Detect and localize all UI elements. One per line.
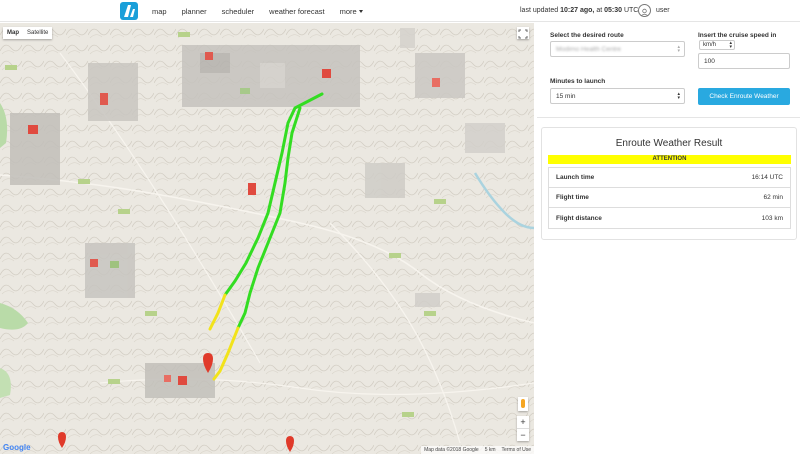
- table-row-flight-time: Flight time 62 min: [549, 188, 790, 208]
- nav-weather-forecast[interactable]: weather forecast: [269, 7, 324, 16]
- updated-time: 05:30: [604, 7, 623, 14]
- table-row-flight-distance: Flight distance 103 km: [549, 208, 790, 228]
- row-label: Flight time: [556, 194, 589, 201]
- panel-divider: [537, 117, 800, 118]
- user-avatar-icon[interactable]: [638, 4, 651, 17]
- select-arrows-icon: ▴ ▾: [677, 44, 680, 54]
- updated-ago: 10:27 ago,: [560, 7, 595, 14]
- route-map[interactable]: Map Satellite + − Google Map data ©2018 …: [0, 23, 534, 454]
- last-updated: last updated 10:27 ago, at 05:30 UTC: [520, 7, 638, 14]
- select-arrows-icon: ▴ ▾: [677, 91, 680, 101]
- map-type-satellite[interactable]: Satellite: [23, 27, 52, 39]
- minutes-label: Minutes to launch: [550, 78, 606, 85]
- speed-input[interactable]: 100: [698, 53, 790, 69]
- nav-more[interactable]: more: [340, 7, 363, 16]
- row-value: 62 min: [763, 194, 783, 201]
- map-terrain: [0, 23, 534, 454]
- app-logo[interactable]: [120, 2, 138, 20]
- result-title: Enroute Weather Result: [615, 138, 723, 149]
- check-enroute-weather-button[interactable]: Check Enroute Weather: [698, 88, 790, 105]
- status-badge: ATTENTION: [548, 155, 791, 164]
- user-name[interactable]: user: [656, 7, 670, 14]
- result-table: Launch time 16:14 UTC Flight time 62 min…: [548, 167, 791, 229]
- zoom-in-button[interactable]: +: [517, 416, 529, 428]
- map-type-map[interactable]: Map: [3, 27, 23, 39]
- table-row-launch-time: Launch time 16:14 UTC: [549, 168, 790, 188]
- updated-tz: UTC: [623, 7, 639, 14]
- nav-map[interactable]: map: [152, 7, 167, 16]
- speed-label: Insert the cruise speed in: [698, 32, 777, 39]
- updated-at: at: [596, 7, 603, 14]
- map-type-control: Map Satellite: [3, 27, 53, 39]
- row-label: Flight distance: [556, 214, 602, 222]
- speed-input-value: 100: [704, 57, 715, 65]
- route-select-value: Modimo Health Centre: [556, 45, 622, 53]
- zoom-control: + −: [517, 416, 529, 441]
- route-label: Select the desired route: [550, 32, 624, 39]
- speed-unit-select[interactable]: km/h ▴ ▾: [699, 40, 735, 50]
- route-select[interactable]: Modimo Health Centre ▴ ▾: [550, 41, 685, 57]
- minutes-select[interactable]: 15 min ▴ ▾: [550, 88, 685, 104]
- nav-planner[interactable]: planner: [182, 7, 207, 16]
- row-value: 103 km: [761, 214, 783, 222]
- google-logo[interactable]: Google: [3, 443, 31, 452]
- map-attribution: Map data ©2018 Google 5 km Terms of Use: [421, 446, 534, 454]
- row-value: 16:14 UTC: [751, 174, 783, 181]
- street-view-pegman-icon[interactable]: [518, 397, 528, 411]
- minutes-select-value: 15 min: [556, 92, 576, 100]
- enroute-weather-result-card: Enroute Weather Result ATTENTION Launch …: [541, 127, 797, 240]
- select-arrows-icon: ▴ ▾: [729, 40, 732, 50]
- map-scale[interactable]: 5 km: [485, 447, 496, 453]
- zoom-out-button[interactable]: −: [517, 428, 529, 441]
- chevron-down-icon: [358, 10, 363, 14]
- terms-link[interactable]: Terms of Use: [502, 447, 531, 453]
- top-navbar: map planner scheduler weather forecast m…: [0, 0, 800, 22]
- speed-unit-value: km/h: [703, 42, 717, 48]
- nav-scheduler[interactable]: scheduler: [222, 7, 255, 16]
- updated-prefix: last updated: [520, 7, 559, 14]
- nav-more-label: more: [339, 6, 357, 16]
- row-label: Launch time: [556, 174, 595, 181]
- map-data-credit: Map data ©2018 Google: [424, 447, 479, 453]
- fullscreen-icon[interactable]: [517, 27, 529, 39]
- main-nav: map planner scheduler weather forecast m…: [152, 0, 363, 22]
